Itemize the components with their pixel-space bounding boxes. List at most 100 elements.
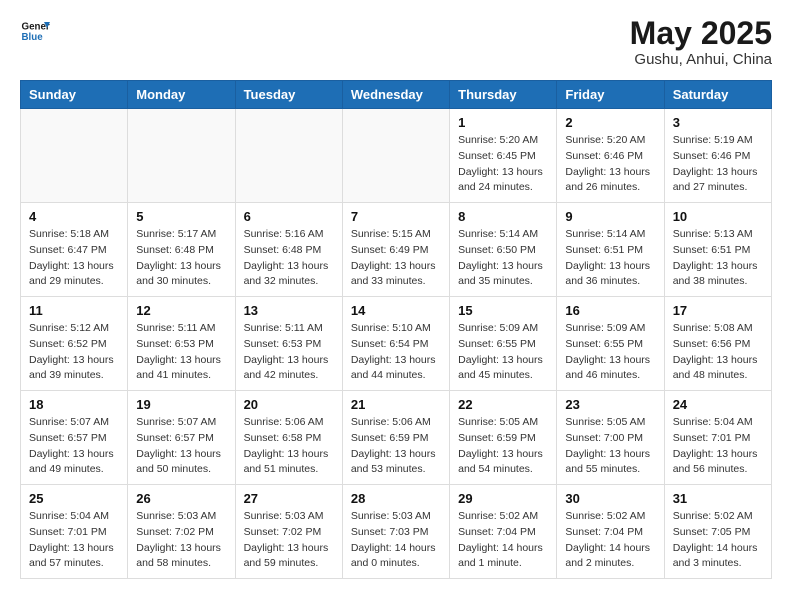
calendar-cell: 12 Sunrise: 5:11 AM Sunset: 6:53 PM Dayli… [128, 297, 235, 391]
day-info: Sunrise: 5:11 AM Sunset: 6:53 PM Dayligh… [136, 321, 226, 384]
calendar-cell [235, 109, 342, 203]
calendar-header-monday: Monday [128, 81, 235, 109]
calendar-cell: 24Sunrise: 5:04 AM Sunset: 7:01 PM Dayli… [664, 391, 771, 485]
calendar-cell: 16Sunrise: 5:09 AM Sunset: 6:55 PM Dayli… [557, 297, 664, 391]
day-number: 3 [673, 115, 763, 130]
calendar-cell: 27 Sunrise: 5:03 AM Sunset: 7:02 PM Dayli… [235, 485, 342, 579]
calendar-cell: 1 Sunrise: 5:20 AM Sunset: 6:45 PM Daylig… [450, 109, 557, 203]
day-number: 8 [458, 209, 548, 224]
calendar-cell: 22 Sunrise: 5:05 AM Sunset: 6:59 PM Dayli… [450, 391, 557, 485]
calendar-header-thursday: Thursday [450, 81, 557, 109]
calendar-cell: 13 Sunrise: 5:11 AM Sunset: 6:53 PM Dayli… [235, 297, 342, 391]
calendar-cell: 14 Sunrise: 5:10 AM Sunset: 6:54 PM Dayli… [342, 297, 449, 391]
calendar-header-wednesday: Wednesday [342, 81, 449, 109]
calendar-cell: 19Sunrise: 5:07 AM Sunset: 6:57 PM Dayli… [128, 391, 235, 485]
calendar-cell: 9 Sunrise: 5:14 AM Sunset: 6:51 PM Daylig… [557, 203, 664, 297]
day-number: 4 [29, 209, 119, 224]
day-number: 13 [244, 303, 334, 318]
location: Gushu, Anhui, China [630, 51, 772, 68]
day-number: 9 [565, 209, 655, 224]
day-number: 12 [136, 303, 226, 318]
day-number: 22 [458, 397, 548, 412]
day-number: 26 [136, 491, 226, 506]
calendar-week-row: 1 Sunrise: 5:20 AM Sunset: 6:45 PM Daylig… [21, 109, 772, 203]
calendar-header-tuesday: Tuesday [235, 81, 342, 109]
day-number: 31 [673, 491, 763, 506]
day-number: 11 [29, 303, 119, 318]
month-title: May 2025 [630, 16, 772, 51]
day-number: 2 [565, 115, 655, 130]
day-number: 10 [673, 209, 763, 224]
calendar-cell: 30 Sunrise: 5:02 AM Sunset: 7:04 PM Dayli… [557, 485, 664, 579]
calendar-cell: 11Sunrise: 5:12 AM Sunset: 6:52 PM Dayli… [21, 297, 128, 391]
calendar-cell: 18Sunrise: 5:07 AM Sunset: 6:57 PM Dayli… [21, 391, 128, 485]
day-number: 20 [244, 397, 334, 412]
title-block: May 2025 Gushu, Anhui, China [630, 16, 772, 68]
day-info: Sunrise: 5:03 AM Sunset: 7:03 PM Dayligh… [351, 509, 441, 572]
calendar-header-saturday: Saturday [664, 81, 771, 109]
day-number: 5 [136, 209, 226, 224]
day-info: Sunrise: 5:14 AM Sunset: 6:50 PM Dayligh… [458, 227, 548, 290]
day-info: Sunrise: 5:06 AM Sunset: 6:58 PM Dayligh… [244, 415, 334, 478]
day-number: 28 [351, 491, 441, 506]
day-info: Sunrise: 5:07 AM Sunset: 6:57 PM Dayligh… [136, 415, 226, 478]
day-number: 7 [351, 209, 441, 224]
logo: General Blue [20, 16, 50, 46]
page-container: General Blue May 2025 Gushu, Anhui, Chin… [0, 0, 792, 595]
calendar-cell: 29 Sunrise: 5:02 AM Sunset: 7:04 PM Dayli… [450, 485, 557, 579]
svg-text:Blue: Blue [22, 32, 44, 43]
day-info: Sunrise: 5:09 AM Sunset: 6:55 PM Dayligh… [565, 321, 655, 384]
day-info: Sunrise: 5:06 AM Sunset: 6:59 PM Dayligh… [351, 415, 441, 478]
day-info: Sunrise: 5:11 AM Sunset: 6:53 PM Dayligh… [244, 321, 334, 384]
day-number: 30 [565, 491, 655, 506]
day-info: Sunrise: 5:03 AM Sunset: 7:02 PM Dayligh… [136, 509, 226, 572]
calendar-cell: 10 Sunrise: 5:13 AM Sunset: 6:51 PM Dayli… [664, 203, 771, 297]
day-number: 17 [673, 303, 763, 318]
day-info: Sunrise: 5:20 AM Sunset: 6:46 PM Dayligh… [565, 133, 655, 196]
day-info: Sunrise: 5:05 AM Sunset: 6:59 PM Dayligh… [458, 415, 548, 478]
day-info: Sunrise: 5:04 AM Sunset: 7:01 PM Dayligh… [29, 509, 119, 572]
calendar-week-row: 4Sunrise: 5:18 AM Sunset: 6:47 PM Daylig… [21, 203, 772, 297]
day-info: Sunrise: 5:08 AM Sunset: 6:56 PM Dayligh… [673, 321, 763, 384]
calendar-week-row: 25 Sunrise: 5:04 AM Sunset: 7:01 PM Dayli… [21, 485, 772, 579]
day-number: 24 [673, 397, 763, 412]
day-info: Sunrise: 5:16 AM Sunset: 6:48 PM Dayligh… [244, 227, 334, 290]
day-info: Sunrise: 5:02 AM Sunset: 7:04 PM Dayligh… [458, 509, 548, 572]
calendar-cell: 31 Sunrise: 5:02 AM Sunset: 7:05 PM Dayli… [664, 485, 771, 579]
calendar-cell: 7Sunrise: 5:15 AM Sunset: 6:49 PM Daylig… [342, 203, 449, 297]
calendar-cell: 4Sunrise: 5:18 AM Sunset: 6:47 PM Daylig… [21, 203, 128, 297]
logo-icon: General Blue [20, 16, 50, 46]
day-number: 14 [351, 303, 441, 318]
calendar-header-row: SundayMondayTuesdayWednesdayThursdayFrid… [21, 81, 772, 109]
day-info: Sunrise: 5:05 AM Sunset: 7:00 PM Dayligh… [565, 415, 655, 478]
day-info: Sunrise: 5:10 AM Sunset: 6:54 PM Dayligh… [351, 321, 441, 384]
day-info: Sunrise: 5:20 AM Sunset: 6:45 PM Dayligh… [458, 133, 548, 196]
calendar-cell [128, 109, 235, 203]
day-info: Sunrise: 5:17 AM Sunset: 6:48 PM Dayligh… [136, 227, 226, 290]
day-number: 15 [458, 303, 548, 318]
day-info: Sunrise: 5:09 AM Sunset: 6:55 PM Dayligh… [458, 321, 548, 384]
day-number: 21 [351, 397, 441, 412]
day-number: 25 [29, 491, 119, 506]
calendar-cell: 21 Sunrise: 5:06 AM Sunset: 6:59 PM Dayli… [342, 391, 449, 485]
calendar-cell: 26 Sunrise: 5:03 AM Sunset: 7:02 PM Dayli… [128, 485, 235, 579]
day-number: 1 [458, 115, 548, 130]
day-info: Sunrise: 5:02 AM Sunset: 7:05 PM Dayligh… [673, 509, 763, 572]
calendar-cell: 5 Sunrise: 5:17 AM Sunset: 6:48 PM Daylig… [128, 203, 235, 297]
calendar-cell [21, 109, 128, 203]
day-number: 6 [244, 209, 334, 224]
calendar-cell: 15 Sunrise: 5:09 AM Sunset: 6:55 PM Dayli… [450, 297, 557, 391]
day-info: Sunrise: 5:14 AM Sunset: 6:51 PM Dayligh… [565, 227, 655, 290]
calendar-cell: 6 Sunrise: 5:16 AM Sunset: 6:48 PM Daylig… [235, 203, 342, 297]
calendar-header-sunday: Sunday [21, 81, 128, 109]
calendar-cell: 28 Sunrise: 5:03 AM Sunset: 7:03 PM Dayli… [342, 485, 449, 579]
day-info: Sunrise: 5:13 AM Sunset: 6:51 PM Dayligh… [673, 227, 763, 290]
day-info: Sunrise: 5:19 AM Sunset: 6:46 PM Dayligh… [673, 133, 763, 196]
day-info: Sunrise: 5:02 AM Sunset: 7:04 PM Dayligh… [565, 509, 655, 572]
calendar-header-friday: Friday [557, 81, 664, 109]
day-number: 29 [458, 491, 548, 506]
calendar-cell: 23Sunrise: 5:05 AM Sunset: 7:00 PM Dayli… [557, 391, 664, 485]
header: General Blue May 2025 Gushu, Anhui, Chin… [20, 16, 772, 68]
day-info: Sunrise: 5:03 AM Sunset: 7:02 PM Dayligh… [244, 509, 334, 572]
day-number: 27 [244, 491, 334, 506]
